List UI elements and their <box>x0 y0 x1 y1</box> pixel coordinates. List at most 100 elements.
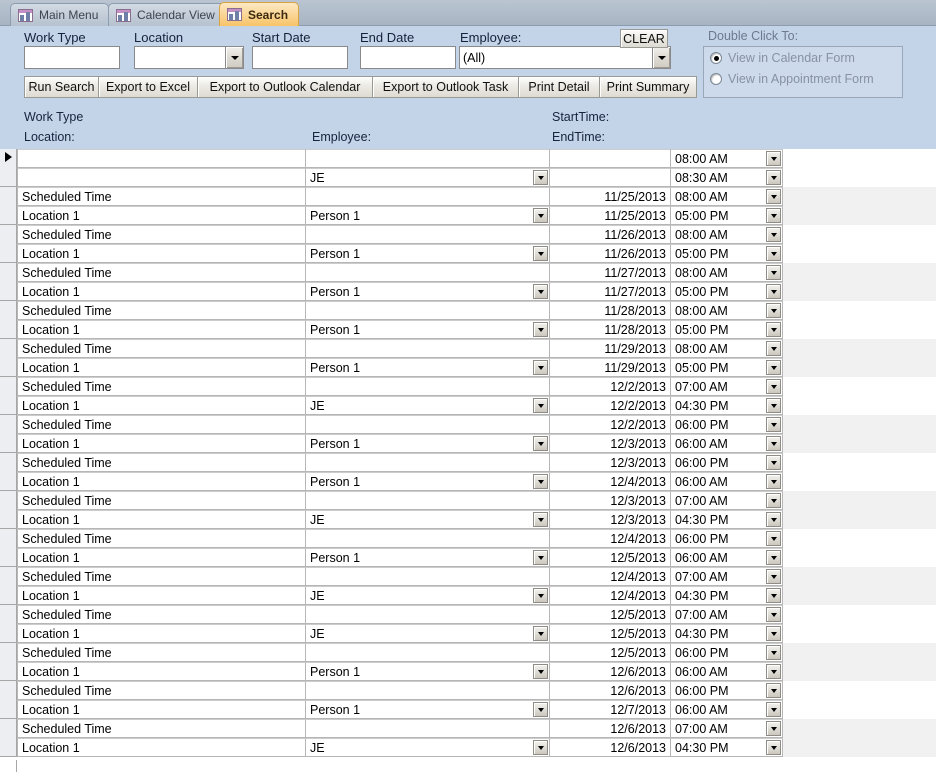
table-row[interactable]: Scheduled Time 11/28/2013 08:00 AM Location… <box>0 301 936 339</box>
end-date-cell[interactable]: 11/25/2013 <box>549 206 671 225</box>
end-time-cell[interactable]: 04:30 PM <box>670 624 783 643</box>
print-detail-button[interactable]: Print Detail <box>518 76 600 98</box>
start-time-cell[interactable]: 08:00 AM <box>670 301 783 320</box>
time-dropdown-icon[interactable] <box>766 645 781 660</box>
export-to-outlook-calendar-button[interactable]: Export to Outlook Calendar <box>197 76 373 98</box>
chevron-down-icon[interactable] <box>225 47 243 68</box>
location-cell[interactable]: Location 1 <box>17 434 306 453</box>
employee-dropdown-icon[interactable] <box>533 398 548 413</box>
run-search-button[interactable]: Run Search <box>24 76 99 98</box>
work-type-cell[interactable]: Scheduled Time <box>17 529 306 548</box>
employee-dropdown-icon[interactable] <box>533 284 548 299</box>
start-date-cell[interactable]: 11/26/2013 <box>549 225 671 244</box>
record-selector[interactable] <box>0 529 17 567</box>
employee-cell[interactable] <box>305 149 550 168</box>
employee-cell[interactable] <box>305 225 550 244</box>
work-type-cell[interactable]: Scheduled Time <box>17 453 306 472</box>
work-type-cell[interactable]: Scheduled Time <box>17 301 306 320</box>
location-cell[interactable]: Location 1 <box>17 206 306 225</box>
record-selector[interactable] <box>0 415 17 453</box>
employee-dropdown-icon[interactable] <box>533 664 548 679</box>
radio-view-in-appointment-form[interactable]: View in Appointment Form <box>710 72 874 86</box>
table-row[interactable]: Scheduled Time 12/2/2013 06:00 PM Location … <box>0 415 936 453</box>
time-dropdown-icon[interactable] <box>766 436 781 451</box>
time-dropdown-icon[interactable] <box>766 683 781 698</box>
start-date-cell[interactable]: 11/29/2013 <box>549 339 671 358</box>
record-selector[interactable] <box>0 681 17 719</box>
employee-dropdown-icon[interactable] <box>533 626 548 641</box>
record-selector[interactable] <box>0 225 17 263</box>
time-dropdown-icon[interactable] <box>766 702 781 717</box>
employee-cell[interactable] <box>305 187 550 206</box>
start-date-cell[interactable] <box>549 149 671 168</box>
end-time-cell[interactable]: 04:30 PM <box>670 510 783 529</box>
employee-cell[interactable] <box>305 263 550 282</box>
time-dropdown-icon[interactable] <box>766 512 781 527</box>
employee-cell[interactable]: Person 1 <box>305 434 550 453</box>
end-time-cell[interactable]: 05:00 PM <box>670 282 783 301</box>
time-dropdown-icon[interactable] <box>766 341 781 356</box>
tab-search[interactable]: Search <box>219 2 300 26</box>
work-type-cell[interactable]: Scheduled Time <box>17 681 306 700</box>
end-date-cell[interactable]: 12/2/2013 <box>549 396 671 415</box>
time-dropdown-icon[interactable] <box>766 588 781 603</box>
record-selector[interactable] <box>0 301 17 339</box>
record-selector[interactable] <box>0 453 17 491</box>
end-date-cell[interactable]: 12/6/2013 <box>549 738 671 757</box>
time-dropdown-icon[interactable] <box>766 360 781 375</box>
start-time-cell[interactable]: 07:00 AM <box>670 719 783 738</box>
work-type-cell[interactable]: Scheduled Time <box>17 567 306 586</box>
employee-dropdown-icon[interactable] <box>533 208 548 223</box>
work-type-cell[interactable]: Scheduled Time <box>17 643 306 662</box>
work-type-cell[interactable]: Scheduled Time <box>17 377 306 396</box>
start-time-cell[interactable]: 06:00 PM <box>670 529 783 548</box>
location-cell[interactable]: Location 1 <box>17 358 306 377</box>
record-selector[interactable] <box>0 719 17 757</box>
end-time-cell[interactable]: 04:30 PM <box>670 586 783 605</box>
work-type-cell[interactable]: Scheduled Time <box>17 719 306 738</box>
employee-cell[interactable] <box>305 529 550 548</box>
end-time-cell[interactable]: 06:00 AM <box>670 548 783 567</box>
start-date-input[interactable] <box>252 46 348 69</box>
clear-button[interactable]: CLEAR <box>620 29 668 48</box>
employee-dropdown-icon[interactable] <box>533 740 548 755</box>
table-row[interactable]: 08:00 AM JE 08:30 AM <box>0 149 936 187</box>
end-date-input[interactable] <box>360 46 456 69</box>
employee-cell[interactable] <box>305 415 550 434</box>
end-date-cell[interactable]: 12/7/2013 <box>549 700 671 719</box>
location-cell[interactable]: Location 1 <box>17 624 306 643</box>
employee-cell[interactable] <box>305 301 550 320</box>
location-cell[interactable]: Location 1 <box>17 548 306 567</box>
employee-cell[interactable]: Person 1 <box>305 358 550 377</box>
end-time-cell[interactable]: 05:00 PM <box>670 320 783 339</box>
location-cell[interactable]: Location 1 <box>17 700 306 719</box>
end-time-cell[interactable]: 05:00 PM <box>670 358 783 377</box>
location-cell[interactable]: Location 1 <box>17 282 306 301</box>
employee-cell[interactable] <box>305 643 550 662</box>
location-cell[interactable] <box>17 168 306 187</box>
time-dropdown-icon[interactable] <box>766 170 781 185</box>
start-time-cell[interactable]: 06:00 PM <box>670 415 783 434</box>
end-time-cell[interactable]: 06:00 AM <box>670 662 783 681</box>
end-date-cell[interactable]: 11/28/2013 <box>549 320 671 339</box>
location-cell[interactable]: Location 1 <box>17 396 306 415</box>
chevron-down-icon[interactable] <box>652 47 670 68</box>
work-type-cell[interactable]: Scheduled Time <box>17 187 306 206</box>
record-selector[interactable] <box>0 187 17 225</box>
time-dropdown-icon[interactable] <box>766 284 781 299</box>
work-type-cell[interactable]: Scheduled Time <box>17 415 306 434</box>
start-time-cell[interactable]: 06:00 PM <box>670 643 783 662</box>
employee-cell[interactable] <box>305 339 550 358</box>
time-dropdown-icon[interactable] <box>766 474 781 489</box>
start-time-cell[interactable]: 08:00 AM <box>670 339 783 358</box>
employee-cell[interactable]: Person 1 <box>305 320 550 339</box>
export-to-outlook-task-button[interactable]: Export to Outlook Task <box>372 76 519 98</box>
location-cell[interactable]: Location 1 <box>17 510 306 529</box>
employee-cell[interactable]: JE <box>305 624 550 643</box>
employee-dropdown-icon[interactable] <box>533 474 548 489</box>
start-time-cell[interactable]: 08:00 AM <box>670 225 783 244</box>
table-row[interactable]: Scheduled Time 12/5/2013 07:00 AM Location … <box>0 605 936 643</box>
table-row[interactable]: Scheduled Time 11/25/2013 08:00 AM Location… <box>0 187 936 225</box>
radio-view-in-calendar-form[interactable]: View in Calendar Form <box>710 51 855 65</box>
time-dropdown-icon[interactable] <box>766 265 781 280</box>
